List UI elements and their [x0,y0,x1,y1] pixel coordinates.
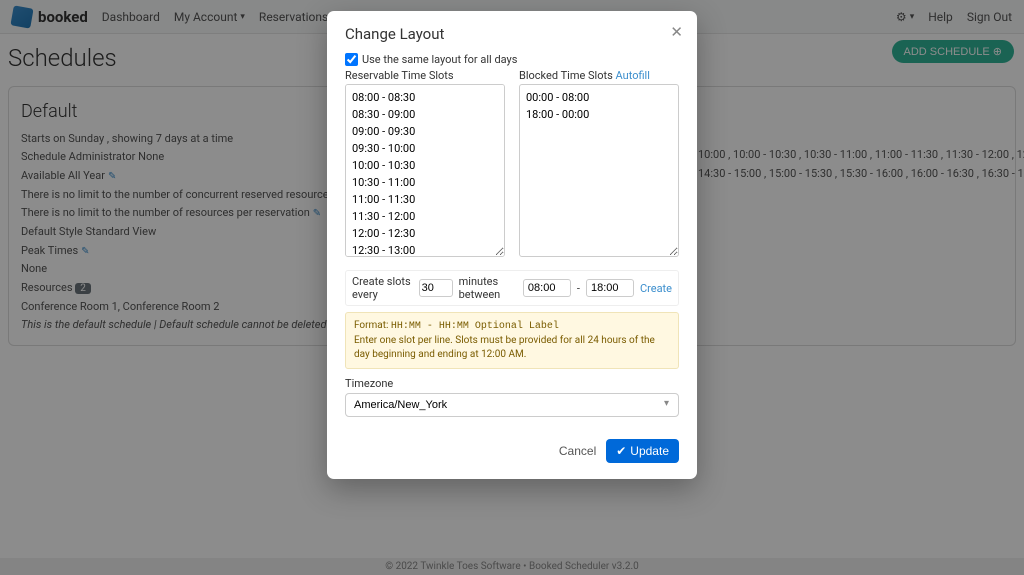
close-icon[interactable]: ✕ [670,23,683,41]
blocked-label: Blocked Time Slots [519,69,613,82]
to-time-input[interactable] [586,279,634,297]
change-layout-modal: Change Layout ✕ Use the same layout for … [327,11,697,479]
cancel-button[interactable]: Cancel [559,444,596,458]
blocked-slots-textarea[interactable] [519,84,679,257]
same-layout-label: Use the same layout for all days [362,53,517,66]
create-link[interactable]: Create [640,282,672,295]
interval-input[interactable] [419,279,453,297]
check-icon: ✔ [616,444,626,458]
modal-title: Change Layout [345,25,679,43]
create-slots-row: Create slots every minutes between - Cre… [345,270,679,306]
minutes-between-label: minutes between [459,275,517,301]
same-layout-checkbox[interactable] [345,53,358,66]
update-button[interactable]: ✔ Update [606,439,679,463]
timezone-label: Timezone [345,377,679,390]
reservable-label: Reservable Time Slots [345,69,505,82]
reservable-slots-textarea[interactable] [345,84,505,257]
timezone-select[interactable]: America/New_York [345,393,679,417]
dash: - [577,282,580,295]
from-time-input[interactable] [523,279,571,297]
autofill-link[interactable]: Autofill [616,69,650,82]
create-every-label: Create slots every [352,275,413,301]
format-hint: Format: HH:MM - HH:MM Optional Label Ent… [345,312,679,369]
same-layout-checkbox-row[interactable]: Use the same layout for all days [345,53,679,66]
